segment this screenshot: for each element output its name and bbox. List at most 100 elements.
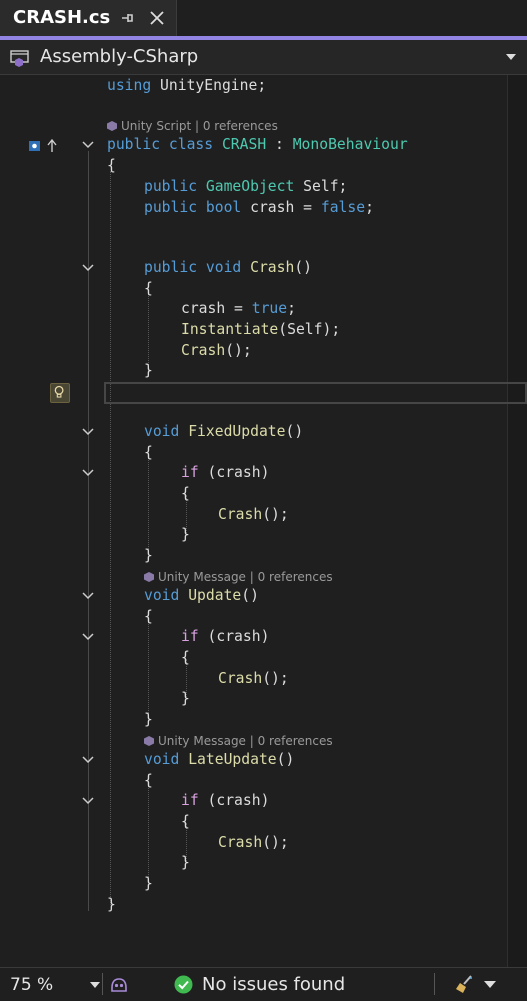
- code-line: {: [144, 442, 153, 463]
- code-line: }: [144, 709, 153, 730]
- collapse-chevron-icon[interactable]: [82, 797, 94, 805]
- vertical-scrollbar[interactable]: [507, 75, 527, 967]
- code-token: Crash: [250, 259, 295, 276]
- unity-cube-icon: [144, 572, 154, 582]
- code-line: {: [144, 278, 153, 299]
- code-token: ();: [262, 670, 289, 687]
- codelens-class[interactable]: Unity Script | 0 references: [107, 118, 278, 134]
- code-line: if (crash): [181, 790, 269, 811]
- project-icon: [10, 50, 29, 67]
- code-line: {: [144, 770, 153, 791]
- code-token: ;: [365, 199, 374, 216]
- code-token: {: [144, 280, 153, 297]
- check-circle-icon: [174, 975, 193, 994]
- collapse-chevron-icon[interactable]: [82, 264, 94, 272]
- indent-guide: [148, 621, 149, 723]
- lightbulb-icon[interactable]: [50, 383, 70, 403]
- collapse-chevron-icon[interactable]: [82, 633, 94, 641]
- code-token: UnityEngine;: [151, 77, 267, 94]
- close-icon[interactable]: [148, 9, 166, 27]
- code-token: if: [181, 628, 199, 645]
- chevron-down-icon[interactable]: [90, 982, 100, 989]
- code-line: Crash();: [218, 832, 289, 853]
- code-token: crash =: [241, 199, 321, 216]
- code-token: }: [144, 547, 153, 564]
- tab-strip: CRASH.cs: [0, 0, 527, 36]
- code-token: ();: [262, 506, 289, 523]
- divider: [434, 973, 435, 995]
- code-token: (): [241, 587, 259, 604]
- chevron-down-icon[interactable]: [506, 53, 516, 61]
- broom-icon[interactable]: [454, 973, 476, 995]
- issues-status[interactable]: No issues found: [202, 974, 345, 995]
- editor-status-bar: 75 % No issues found: [0, 967, 527, 1001]
- code-token: }: [181, 690, 190, 707]
- zoom-level[interactable]: 75 %: [10, 975, 53, 995]
- collapse-chevron-icon[interactable]: [82, 469, 94, 477]
- code-line: {: [181, 483, 190, 504]
- code-token: FixedUpdate: [188, 423, 286, 440]
- chevron-down-icon[interactable]: [484, 981, 496, 989]
- code-token: public: [144, 259, 198, 276]
- code-token: }: [107, 896, 116, 913]
- code-editor[interactable]: using UnityEngine; Unity Script | 0 refe…: [0, 75, 527, 967]
- code-token: public: [144, 199, 198, 216]
- code-token: }: [181, 854, 190, 871]
- code-token: (Self);: [278, 321, 341, 338]
- collapse-chevron-icon[interactable]: [82, 141, 94, 149]
- code-line: }: [144, 545, 153, 566]
- code-token: }: [144, 362, 153, 379]
- codelens-lateupdate[interactable]: Unity Message | 0 references: [144, 733, 333, 749]
- code-line: Crash();: [218, 504, 289, 525]
- codelens-update[interactable]: Unity Message | 0 references: [144, 569, 333, 585]
- code-token: :: [266, 136, 293, 153]
- code-line: }: [107, 894, 116, 915]
- tab-crash-cs[interactable]: CRASH.cs: [0, 0, 177, 36]
- collapse-chevron-icon[interactable]: [82, 756, 94, 764]
- code-token: Crash: [218, 506, 263, 523]
- code-token: {: [144, 608, 153, 625]
- project-selector[interactable]: Assembly-CSharp: [0, 40, 527, 75]
- code-token: (crash): [198, 464, 270, 481]
- code-token: GameObject: [205, 178, 295, 195]
- code-line: }: [181, 688, 190, 709]
- code-line: public class CRASH : MonoBehaviour: [107, 134, 408, 155]
- code-token: public: [107, 136, 161, 153]
- code-token: CRASH: [221, 136, 267, 153]
- pin-icon[interactable]: [118, 9, 136, 27]
- code-token: true: [251, 300, 288, 317]
- code-token: (): [285, 423, 304, 440]
- code-line: }: [144, 873, 153, 894]
- code-token: Crash: [218, 670, 263, 687]
- code-token: Crash: [181, 342, 226, 359]
- code-token: crash =: [181, 300, 252, 317]
- code-line: Instantiate(Self);: [181, 319, 340, 340]
- code-line: }: [144, 360, 153, 381]
- unity-cube-icon: [107, 121, 117, 131]
- code-token: (): [276, 751, 295, 768]
- code-token: false: [320, 199, 366, 216]
- collapse-chevron-icon[interactable]: [82, 428, 94, 436]
- code-token: }: [144, 875, 153, 892]
- copilot-icon[interactable]: [108, 974, 130, 996]
- code-line: }: [181, 524, 190, 545]
- code-line: using UnityEngine;: [107, 75, 266, 96]
- code-token: bool: [205, 199, 242, 216]
- code-token: if: [181, 792, 199, 809]
- code-token: {: [181, 485, 190, 502]
- code-line: {: [181, 811, 190, 832]
- code-line: public GameObject Self;: [144, 176, 347, 197]
- implements-member-icon[interactable]: [28, 138, 62, 154]
- code-line: Crash();: [181, 340, 252, 361]
- code-token: (crash): [198, 628, 270, 645]
- code-token: using: [107, 77, 152, 94]
- collapse-chevron-icon[interactable]: [82, 592, 94, 600]
- code-token: {: [144, 444, 153, 461]
- code-line: void LateUpdate(): [144, 749, 294, 770]
- code-token: }: [181, 526, 190, 543]
- code-token: Instantiate: [181, 321, 279, 338]
- tab-title: CRASH.cs: [13, 7, 111, 28]
- code-token: class: [168, 136, 214, 153]
- code-line: public void Crash(): [144, 257, 312, 278]
- code-token: (crash): [198, 792, 270, 809]
